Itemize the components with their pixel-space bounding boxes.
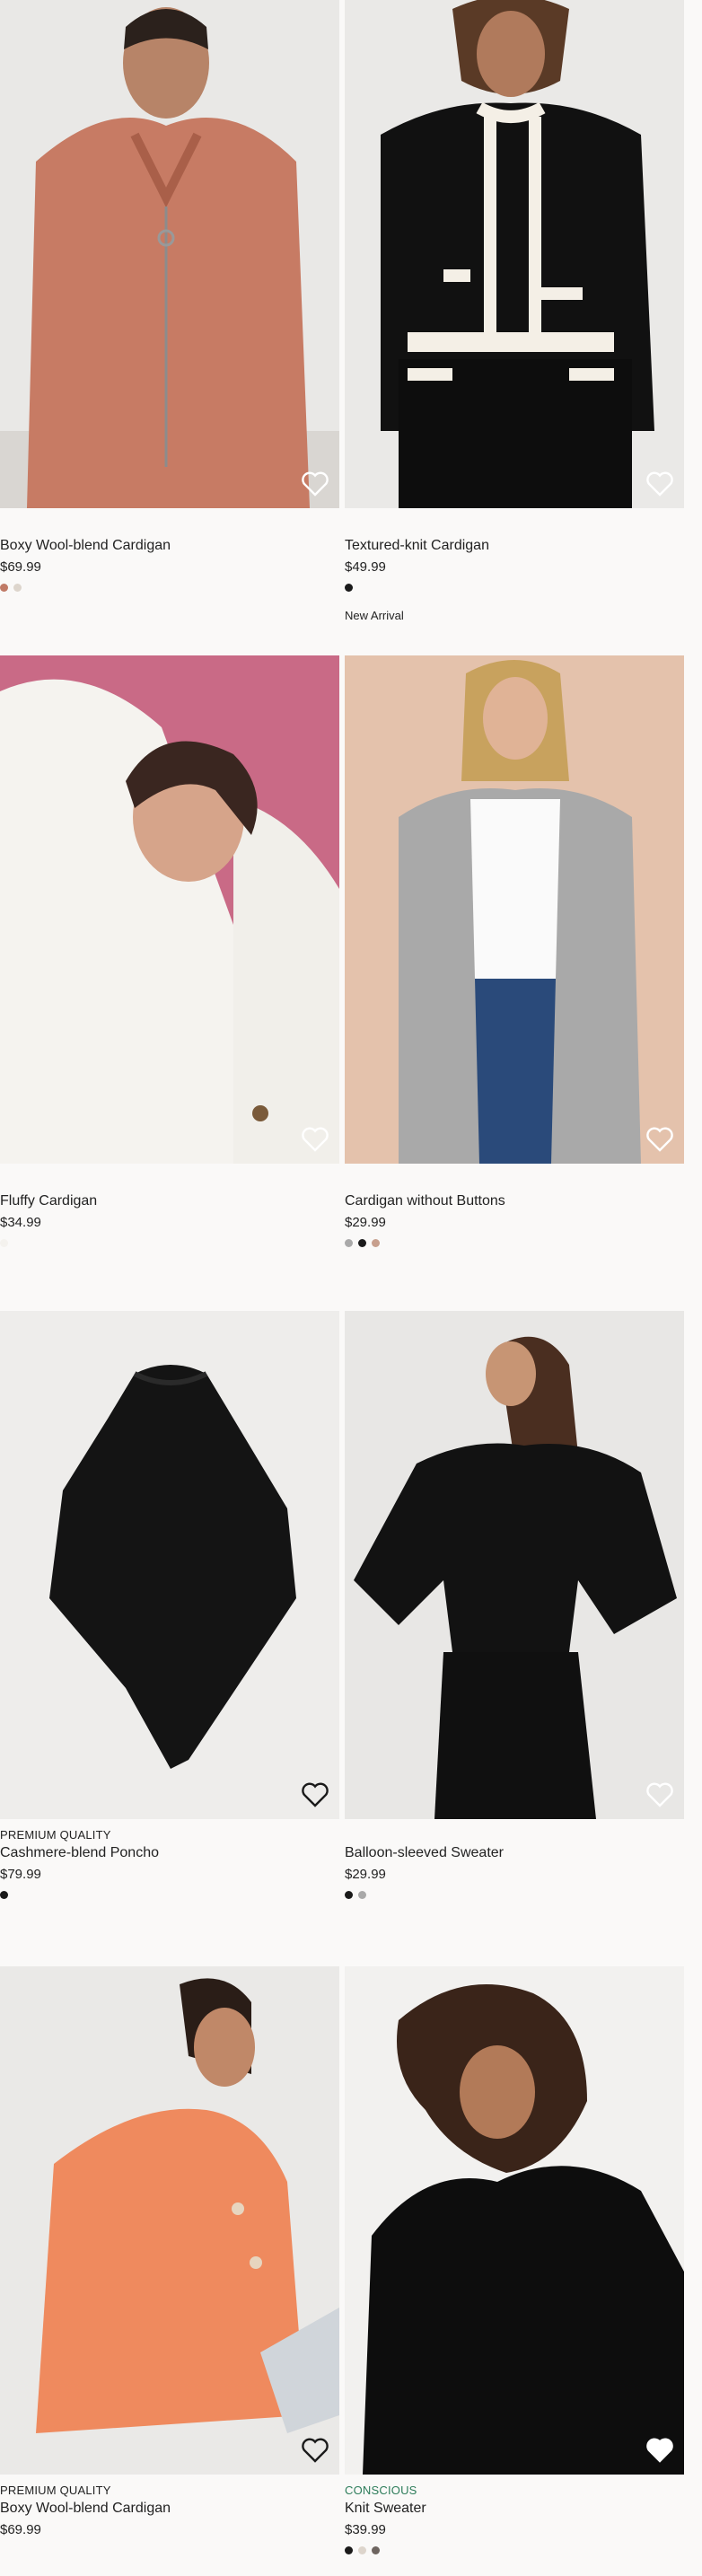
- heart-filled-icon: [646, 2438, 673, 2463]
- product-image[interactable]: [0, 1311, 339, 1819]
- product-price: $79.99: [0, 1867, 41, 1882]
- product-photo-black-white-cardigan: [345, 0, 684, 508]
- product-price: $49.99: [345, 559, 386, 575]
- heart-outline-icon: [646, 471, 673, 497]
- product-photo-black-knit-sweater: [345, 1966, 684, 2475]
- product-price: $29.99: [345, 1867, 386, 1882]
- add-to-favorites-button[interactable]: [645, 1780, 675, 1810]
- add-to-favorites-button[interactable]: [300, 2435, 330, 2466]
- color-swatch[interactable]: [358, 2546, 366, 2554]
- color-swatches: [0, 1891, 339, 1900]
- product-price: $39.99: [345, 2522, 386, 2537]
- heart-outline-icon: [302, 471, 329, 497]
- product-card[interactable]: PREMIUM QUALITY Cashmere-blend Poncho $7…: [0, 1311, 339, 1900]
- new-arrival-marker: New Arrival: [345, 609, 404, 622]
- product-name[interactable]: Balloon-sleeved Sweater: [345, 1844, 684, 1862]
- heart-outline-icon: [302, 1782, 329, 1807]
- color-swatch[interactable]: [345, 584, 353, 592]
- product-image[interactable]: [345, 0, 684, 508]
- color-swatch[interactable]: [345, 1891, 353, 1899]
- product-photo-fluffy-cardigan: [0, 655, 339, 1164]
- add-to-favorites-button[interactable]: [300, 1780, 330, 1810]
- heart-outline-icon: [646, 1127, 673, 1152]
- heart-outline-icon: [646, 1782, 673, 1807]
- color-swatch[interactable]: [372, 1239, 380, 1247]
- product-image[interactable]: [345, 1966, 684, 2475]
- color-swatch[interactable]: [0, 1891, 8, 1899]
- color-swatch[interactable]: [345, 1239, 353, 1247]
- product-image[interactable]: [0, 1966, 339, 2475]
- product-price: $34.99: [0, 1215, 41, 1230]
- product-photo-black-poncho: [0, 1311, 339, 1819]
- add-to-favorites-button[interactable]: [645, 1124, 675, 1155]
- product-name[interactable]: Cashmere-blend Poncho: [0, 1844, 339, 1862]
- product-card[interactable]: Textured-knit Cardigan $49.99 New Arriva…: [345, 0, 684, 622]
- color-swatch[interactable]: [358, 1891, 366, 1899]
- color-swatch[interactable]: [358, 1239, 366, 1247]
- color-swatches: [345, 584, 684, 593]
- heart-outline-icon: [302, 1127, 329, 1152]
- product-tag: PREMIUM QUALITY: [0, 2484, 111, 2497]
- color-swatches: [0, 1239, 339, 1248]
- product-name[interactable]: Knit Sweater: [345, 2500, 684, 2518]
- product-image[interactable]: [345, 655, 684, 1164]
- product-card[interactable]: Fluffy Cardigan $34.99: [0, 655, 339, 1248]
- product-tag: CONSCIOUS: [345, 2484, 417, 2497]
- product-photo-terracotta-cardigan: [0, 0, 339, 508]
- product-image[interactable]: [0, 0, 339, 508]
- product-photo-balloon-sweater: [345, 1311, 684, 1819]
- color-swatches: [0, 584, 339, 593]
- heart-outline-icon: [302, 2438, 329, 2463]
- product-price: $29.99: [345, 1215, 386, 1230]
- product-photo-grey-cardigan: [345, 655, 684, 1164]
- color-swatch[interactable]: [0, 1239, 8, 1247]
- product-name[interactable]: Boxy Wool-blend Cardigan: [0, 537, 339, 555]
- color-swatches: [345, 1891, 684, 1900]
- product-card[interactable]: CONSCIOUS Knit Sweater $39.99: [345, 1966, 684, 2555]
- product-image[interactable]: [0, 655, 339, 1164]
- product-card[interactable]: Balloon-sleeved Sweater $29.99: [345, 1311, 684, 1900]
- product-tag: PREMIUM QUALITY: [0, 1828, 111, 1842]
- product-name[interactable]: Fluffy Cardigan: [0, 1192, 339, 1210]
- product-name[interactable]: Boxy Wool-blend Cardigan: [0, 2500, 339, 2518]
- product-photo-orange-cardigan: [0, 1966, 339, 2475]
- product-grid: Boxy Wool-blend Cardigan $69.99 Textured…: [0, 0, 702, 2576]
- add-to-favorites-button[interactable]: [645, 469, 675, 499]
- color-swatch[interactable]: [13, 584, 22, 592]
- product-name[interactable]: Cardigan without Buttons: [345, 1192, 684, 1210]
- add-to-favorites-button[interactable]: [300, 469, 330, 499]
- product-price: $69.99: [0, 2522, 41, 2537]
- add-to-favorites-button[interactable]: [300, 1124, 330, 1155]
- product-card[interactable]: Boxy Wool-blend Cardigan $69.99: [0, 0, 339, 593]
- product-name[interactable]: Textured-knit Cardigan: [345, 537, 684, 555]
- color-swatch[interactable]: [372, 2546, 380, 2554]
- color-swatch[interactable]: [345, 2546, 353, 2554]
- product-image[interactable]: [345, 1311, 684, 1819]
- product-card[interactable]: PREMIUM QUALITY Boxy Wool-blend Cardigan…: [0, 1966, 339, 2539]
- product-price: $69.99: [0, 559, 41, 575]
- add-to-favorites-button[interactable]: [645, 2435, 675, 2466]
- color-swatch[interactable]: [0, 584, 8, 592]
- product-card[interactable]: Cardigan without Buttons $29.99: [345, 655, 684, 1248]
- color-swatches: [345, 1239, 684, 1248]
- color-swatches: [345, 2546, 684, 2555]
